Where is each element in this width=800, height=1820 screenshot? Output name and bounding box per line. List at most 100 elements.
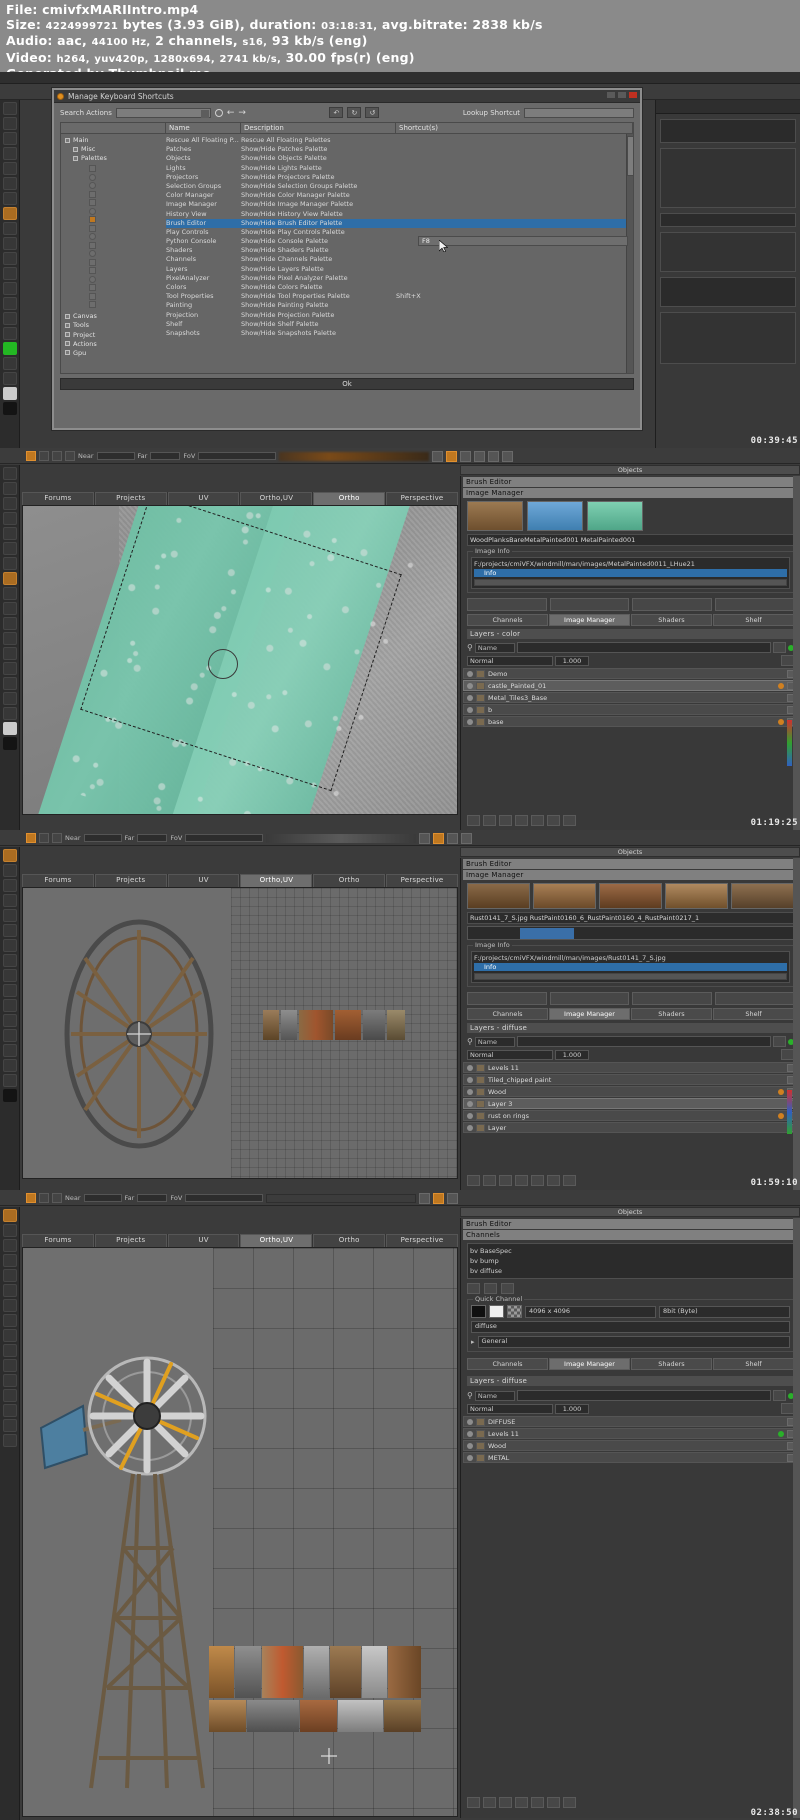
layer-name-filter-4[interactable]: Name (475, 1391, 515, 1401)
tree-node-gpu[interactable]: Gpu (65, 349, 166, 358)
app-menubar[interactable] (0, 72, 800, 84)
view-tab-perspective[interactable]: Perspective (386, 1234, 458, 1247)
lasso-tool-icon-2[interactable] (3, 602, 17, 615)
shortcut-row[interactable]: ProjectorsShow/Hide Projectors Palette (166, 173, 633, 182)
view-tab-perspective[interactable]: Perspective (386, 874, 458, 887)
eraser-tool-icon-3[interactable] (3, 894, 17, 907)
shortcut-row-shortcut[interactable] (396, 136, 633, 145)
layer-visibility-icon[interactable] (467, 1455, 473, 1461)
image-name-2[interactable]: WoodPlanksBareMetalPainted001 MetalPaint… (467, 534, 794, 546)
channel-item[interactable]: bv diffuse (470, 1266, 791, 1276)
text-tool-icon-2[interactable] (3, 647, 17, 660)
marquee-tool-icon-3[interactable] (3, 954, 17, 967)
layer-opacity-3[interactable]: 1.000 (555, 1050, 589, 1060)
duplicate-image-button-2[interactable] (632, 598, 712, 611)
polyline-tool-icon-4[interactable] (3, 1344, 17, 1357)
tree-expand-icon[interactable] (65, 314, 70, 319)
pointer-tool-icon-4[interactable] (3, 1224, 17, 1237)
shortcut-row-shortcut[interactable] (396, 301, 633, 310)
add-mask-button-4[interactable] (499, 1797, 512, 1808)
shortcut-row-shortcut[interactable] (396, 182, 633, 191)
fov-slider-2[interactable] (198, 452, 276, 460)
shelf-preview-strip-2[interactable] (279, 452, 429, 461)
uvmask-icon-2[interactable] (488, 451, 499, 462)
close-icon[interactable] (628, 91, 638, 99)
list-scrollbar[interactable] (626, 134, 633, 373)
layer-badge-icon[interactable] (778, 1113, 784, 1119)
thumb-rust-5[interactable] (731, 883, 794, 909)
layer-search-icon-4[interactable]: ⚲ (467, 1391, 473, 1400)
wireframe-icon-2[interactable] (474, 451, 485, 462)
camera-icon-2[interactable] (39, 451, 49, 461)
viewport-3[interactable] (22, 887, 458, 1179)
add-channel-button-4[interactable] (467, 1283, 480, 1294)
zoom-tool-icon[interactable] (3, 327, 17, 340)
gradient-tool-icon[interactable] (3, 267, 17, 280)
snap-icon-4[interactable] (419, 1193, 430, 1204)
view-tab-uv[interactable]: UV (168, 874, 240, 887)
layer-list-3[interactable]: Levels 11Tiled_chipped paintWoodLayer 3r… (461, 1062, 800, 1133)
transform-tool-icon-2[interactable] (3, 662, 17, 675)
shortcut-row-shortcut[interactable] (396, 173, 633, 182)
objects-bar-3[interactable]: Objects (460, 847, 800, 857)
minimize-icon[interactable] (606, 91, 616, 99)
layer-name-filter-2[interactable]: Name (475, 643, 515, 653)
tool-palette-left-4[interactable] (0, 1207, 20, 1820)
view-tab-ortho[interactable]: Ortho (313, 492, 385, 505)
shortcut-row[interactable]: History ViewShow/Hide History View Palet… (166, 210, 633, 219)
dock-scrollbar-3[interactable] (793, 858, 800, 1190)
add-mask-button-3[interactable] (499, 1175, 512, 1186)
light-icon-2[interactable] (52, 451, 62, 461)
lasso-tool-icon-3[interactable] (3, 969, 17, 982)
camera-icon-3[interactable] (39, 833, 49, 843)
dock-tab-shaders[interactable]: Shaders (631, 1358, 712, 1370)
dock-tab-shaders[interactable]: Shaders (631, 1008, 712, 1020)
layer-badge-icon[interactable] (778, 1089, 784, 1095)
shortcut-row[interactable]: ObjectsShow/Hide Objects Palette (166, 154, 633, 163)
mirror-icon-3[interactable] (433, 833, 444, 844)
symmetry-icon-2[interactable] (460, 451, 471, 462)
view-tab-projects[interactable]: Projects (95, 1234, 167, 1247)
tool-palette-left-2[interactable] (0, 465, 20, 830)
shortcut-row-shortcut[interactable] (396, 145, 633, 154)
dock-tab-channels[interactable]: Channels (467, 1358, 548, 1370)
manage-keyboard-shortcuts-dialog[interactable]: Manage Keyboard Shortcuts Search Actions… (52, 88, 642, 430)
paint-tool-icon[interactable] (3, 132, 17, 145)
refresh-channel-button-4[interactable] (484, 1283, 497, 1294)
paint-tool-icon-2[interactable] (3, 497, 17, 510)
add-adjustment-button-2[interactable] (515, 815, 528, 826)
viewport-2[interactable] (22, 505, 458, 815)
clone-tool-icon[interactable] (3, 162, 17, 175)
layer-badge-icon[interactable] (778, 683, 784, 689)
alpha-color-swatch-3[interactable] (3, 1089, 17, 1102)
shortcut-row[interactable]: PixelAnalyzerShow/Hide Pixel Analyzer Pa… (166, 274, 633, 283)
export-image-button-3[interactable] (550, 992, 630, 1005)
image-manager-title-3[interactable]: Image Manager (463, 870, 798, 880)
view-tab-forums[interactable]: Forums (22, 1234, 94, 1247)
remove-image-button-2[interactable] (715, 598, 795, 611)
shortcut-row-shortcut[interactable] (396, 265, 633, 274)
gradient-tool-icon-2[interactable] (3, 632, 17, 645)
wireframe-icon-3[interactable] (461, 833, 472, 844)
import-image-button-3[interactable] (467, 992, 547, 1005)
thumb-wood[interactable] (467, 501, 523, 531)
channels-title-4[interactable]: Channels (463, 1230, 798, 1240)
view-tab-perspective[interactable]: Perspective (386, 492, 458, 505)
add-group-button-2[interactable] (483, 815, 496, 826)
image-info-scrollbar-2[interactable] (474, 579, 787, 586)
layer-list-4[interactable]: DIFFUSELevels 11WoodMETAL (461, 1416, 800, 1463)
shortcut-row[interactable]: Image ManagerShow/Hide Image Manager Pal… (166, 200, 633, 209)
blend-mode-select-4[interactable]: Normal (467, 1404, 553, 1414)
pan-tool-icon-4[interactable] (3, 1404, 17, 1417)
shortcut-row[interactable]: Brush EditorShow/Hide Brush Editor Palet… (166, 219, 633, 228)
channel-item[interactable]: bv BaseSpec (470, 1246, 791, 1256)
view-toolbar-3[interactable]: Near Far FoV (0, 830, 800, 846)
pointer-tool-icon-2[interactable] (3, 482, 17, 495)
layer-filter-input-3[interactable] (517, 1036, 771, 1047)
quick-channel-checker-4[interactable] (507, 1305, 522, 1318)
image-name-3[interactable]: Rust0141_7_S.jpg RustPaint0160_6_RustPai… (467, 912, 794, 924)
view-tab-forums[interactable]: Forums (22, 492, 94, 505)
shortcut-row[interactable]: ShelfShow/Hide Shelf Palette (166, 320, 633, 329)
view-tab-ortho[interactable]: Ortho (313, 874, 385, 887)
shortcut-row[interactable]: ProjectionShow/Hide Projection Palette (166, 311, 633, 320)
